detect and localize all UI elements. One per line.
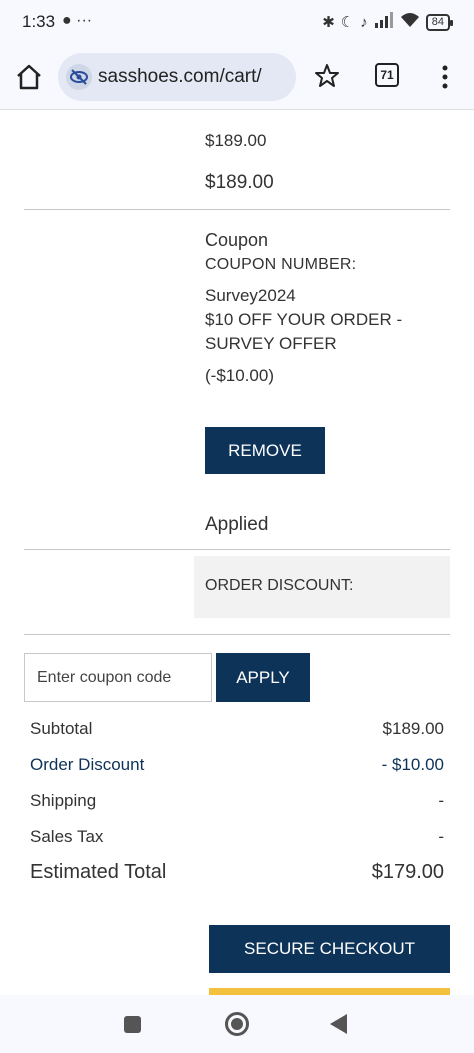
express-checkout-button[interactable] [209,988,450,995]
divider [24,209,450,210]
moon-icon: ☾ [340,14,355,31]
notification-icons: ● ··· [62,12,93,29]
coupon-title: Coupon [205,230,269,250]
shipping-label: Shipping [30,791,97,810]
coupon-code-input[interactable] [24,653,212,702]
recents-button[interactable] [124,1016,141,1033]
bluetooth-icon: ✱ [322,14,335,31]
estimated-total-value: $179.00 [371,861,444,883]
order-discount-value: - $10.00 [381,755,444,774]
mute-icon: ♪ [360,13,368,31]
order-discount-row: Order Discount - $10.00 [30,755,444,779]
sales-tax-label: Sales Tax [30,827,104,846]
star-icon [315,64,339,87]
sales-tax-row: Sales Tax - [30,827,444,851]
secure-checkout-button[interactable]: SECURE CHECKOUT [209,925,450,973]
status-time: 1:33 [22,12,56,31]
status-bar: 1:33 ● ··· ✱ ☾ ♪ 84 [0,0,474,48]
apply-coupon-button[interactable]: APPLY [216,653,310,702]
coupon-code: Survey2024 [205,286,296,305]
status-icons: ✱ ☾ ♪ 84 [322,12,454,32]
coupon-description: $10 OFF YOUR ORDER - [205,310,403,329]
divider [24,634,450,635]
item-price: $189.00 [205,131,267,150]
tabs-button[interactable]: 71 [375,63,399,87]
system-nav-bar [0,995,474,1053]
item-total: $189.00 [205,172,274,193]
divider [24,549,450,550]
subtotal-label: Subtotal [30,719,93,738]
subtotal-row: Subtotal $189.00 [30,719,444,743]
remove-coupon-button[interactable]: REMOVE [205,427,325,474]
battery-icon: 84 [425,13,454,31]
cart-page: $189.00 $189.00 Coupon COUPON NUMBER: Su… [0,110,474,995]
shipping-value: - [438,791,444,810]
estimated-total-row: Estimated Total $179.00 [30,861,444,885]
bookmark-button[interactable] [313,62,341,90]
address-bar[interactable]: sasshoes.com/cart/ [58,53,296,101]
home-nav-button[interactable] [225,1012,249,1036]
order-discount-label: ORDER DISCOUNT: [205,577,354,594]
wifi-icon [400,12,420,32]
home-icon [17,64,41,90]
signal-icon [374,12,394,32]
browser-toolbar: sasshoes.com/cart/ 71 [0,48,474,110]
coupon-status: Applied [205,514,269,535]
order-discount-box: ORDER DISCOUNT: [194,556,450,618]
estimated-total-label: Estimated Total [30,861,167,883]
overflow-menu-button[interactable] [435,62,455,92]
shipping-row: Shipping - [30,791,444,815]
order-discount-summary-label: Order Discount [30,755,145,774]
more-vert-icon [442,65,448,89]
subtotal-value: $189.00 [382,719,444,738]
sales-tax-value: - [438,827,444,846]
site-info-icon[interactable] [66,64,92,90]
back-button[interactable] [330,1014,347,1034]
coupon-number-label: COUPON NUMBER: [205,256,357,273]
home-button[interactable] [14,62,44,92]
coupon-description-cont: SURVEY OFFER [205,334,337,353]
coupon-amount: (-$10.00) [205,366,274,385]
url-text: sasshoes.com/cart/ [98,66,262,87]
